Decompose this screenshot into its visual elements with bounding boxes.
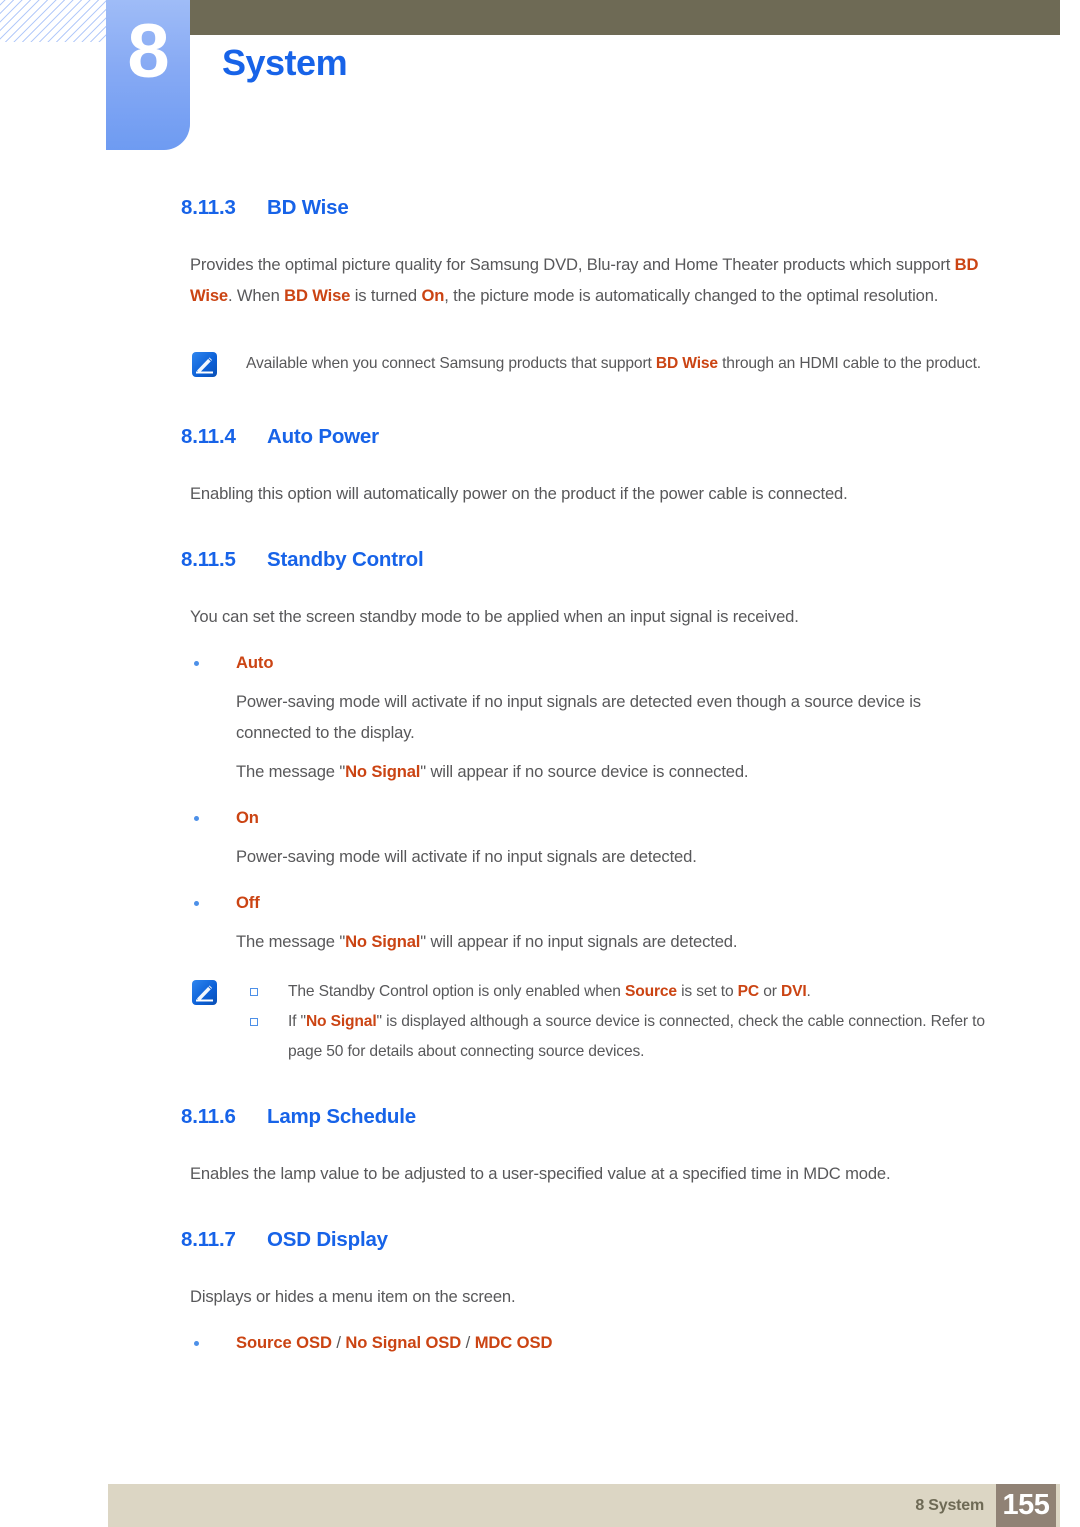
paragraph-auto-power: Enabling this option will automatically … [190,484,848,503]
note-pen-icon [192,352,217,377]
list-item-osd-options: Source OSD / No Signal OSD / MDC OSD [190,1328,990,1358]
section-heading-auto-power: 8.11.4 Auto Power [181,425,1080,449]
list-item-auto: Auto [190,648,990,678]
note-text: The Standby Control option is only enabl… [246,977,1005,1067]
page-number: 155 [1002,1489,1050,1521]
section-number: 8.11.3 [181,196,236,219]
option-off-desc-1: The message "No Signal" will appear if n… [236,926,986,957]
highlight-pc: PC [737,983,760,1000]
option-auto-desc-2: The message "No Signal" will appear if n… [236,756,986,787]
paragraph-lamp-schedule: Enables the lamp value to be adjusted to… [190,1164,891,1183]
text-run: Provides the optimal picture quality for… [190,255,955,274]
text-run: is turned [350,285,422,305]
section-heading-osd-display: 8.11.7 OSD Display [181,1228,1080,1252]
note-text: Available when you connect Samsung produ… [246,349,1005,379]
section-title: Lamp Schedule [267,1105,416,1128]
highlight-no-signal: No Signal [305,1013,377,1030]
header-olive-bar [185,0,1060,35]
separator: / [331,1333,346,1352]
section-number: 8.11.6 [181,1105,236,1128]
section-heading-lamp-schedule: 8.11.6 Lamp Schedule [181,1105,1080,1129]
text-run: , the picture mode is automatically chan… [444,285,939,305]
option-label: On [236,808,259,827]
decorative-hatch-pattern [0,0,108,42]
text-run: . [806,983,811,1000]
section-heading-bd-wise: 8.11.3 BD Wise [181,196,1080,220]
option-on-desc-1: Power-saving mode will activate if no in… [236,847,697,866]
page-number-box: 155 [996,1484,1056,1527]
osd-option-source: Source OSD [236,1333,332,1352]
section-title: OSD Display [267,1227,388,1251]
note-block-bd-wise: Available when you connect Samsung produ… [190,349,1005,379]
chapter-badge: 8 [106,0,190,150]
text-run: Available when you connect Samsung produ… [246,355,656,372]
option-auto-desc-1: Power-saving mode will activate if no in… [236,692,921,742]
text-run: If " [288,1013,306,1030]
note-list-item: If "No Signal" is displayed although a s… [246,1007,1005,1067]
highlight-no-signal: No Signal [345,762,421,781]
paragraph-osd-display: Displays or hides a menu item on the scr… [190,1286,516,1306]
bullet-dot-icon [194,1341,199,1346]
option-label: Auto [236,653,274,672]
bullet-dot-icon [194,661,199,666]
text-run: " will appear if no input signals are de… [420,932,738,951]
highlight-no-signal: No Signal [345,932,421,951]
note-list-item: The Standby Control option is only enabl… [246,977,1005,1007]
highlight-source: Source [624,983,677,1000]
text-run: The message " [236,762,346,781]
section-number: 8.11.5 [181,547,236,571]
text-run: is set to [676,983,738,1000]
section-title: Standby Control [267,547,424,571]
section-number: 8.11.4 [181,425,236,448]
page-title: System [222,42,348,83]
note-block-standby-control: The Standby Control option is only enabl… [190,977,1005,1067]
text-run: The Standby Control option is only enabl… [288,983,625,1000]
bullet-dot-icon [194,816,199,821]
section-title: BD Wise [267,196,349,219]
sub-bullet-square-icon [250,1018,258,1026]
document-page: 8 System 8.11.3 BD Wise Provides the opti… [0,0,1080,1527]
paragraph-bd-wise: Provides the optimal picture quality for… [190,250,980,311]
highlight-bd-wise: BD Wise [284,285,351,305]
osd-option-mdc: MDC OSD [474,1333,553,1352]
document-content: 8.11.3 BD Wise Provides the optimal pictu… [0,196,1080,1358]
sub-bullet-square-icon [250,988,258,996]
bullet-dot-icon [194,901,199,906]
list-item-off: Off [190,888,990,918]
option-label: Off [236,893,260,912]
chapter-number: 8 [127,9,169,94]
text-run: through an HDMI cable to the product. [717,355,981,372]
osd-option-no-signal: No Signal OSD [345,1333,462,1352]
text-run: " will appear if no source device is con… [420,762,749,781]
highlight-dvi: DVI [780,983,807,1000]
text-run: or [759,983,781,1000]
section-heading-standby-control: 8.11.5 Standby Control [181,548,1080,572]
highlight-on: On [421,285,445,305]
list-item-on: On [190,803,990,833]
text-run: The message " [236,932,346,951]
text-run: . When [227,285,285,305]
section-number: 8.11.7 [181,1227,236,1251]
section-title: Auto Power [267,425,379,448]
paragraph-standby-intro: You can set the screen standby mode to b… [190,606,799,626]
note-pen-icon [192,980,217,1005]
footer-chapter-label: 8 System [915,1496,984,1514]
highlight-bd-wise: BD Wise [655,355,718,372]
separator: / [461,1333,475,1352]
footer-bar: 8 System 155 [108,1484,1060,1527]
text-run: " is displayed although a source device … [288,1013,985,1060]
